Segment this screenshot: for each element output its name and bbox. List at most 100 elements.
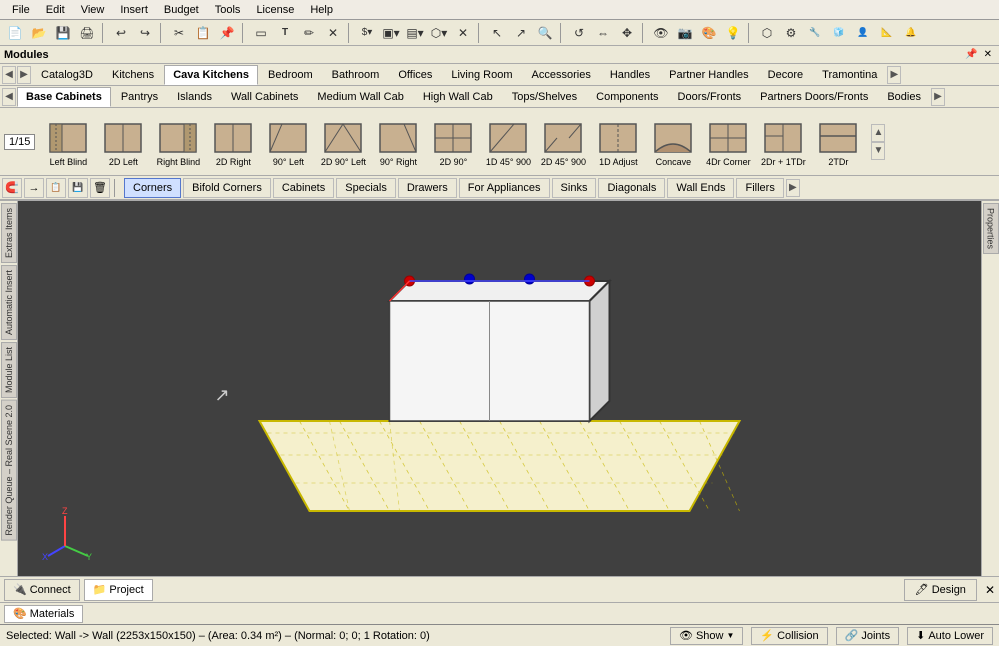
subcat-fillers[interactable]: Fillers: [736, 178, 783, 198]
tab-wall-cabinets[interactable]: Wall Cabinets: [222, 87, 307, 107]
cab-icon-2tdr[interactable]: 2TDr: [812, 114, 864, 170]
tab-partners-doors[interactable]: Partners Doors/Fronts: [751, 87, 877, 107]
menu-insert[interactable]: Insert: [112, 2, 156, 18]
tab-handles[interactable]: Handles: [601, 65, 659, 85]
sidebar-module-list[interactable]: Module List: [1, 342, 17, 398]
toolbar-3d[interactable]: ⬡: [756, 22, 778, 44]
toolbar-paste[interactable]: 📌: [216, 22, 238, 44]
sidebar-properties[interactable]: Properties: [983, 203, 999, 254]
toolbar-save[interactable]: 💾: [52, 22, 74, 44]
toolbar-cut[interactable]: ✂: [168, 22, 190, 44]
tab-row1-scroll-left[interactable]: ◀: [2, 66, 16, 84]
cab-icons-scroll-down[interactable]: ▼: [871, 142, 885, 160]
cab-icon-2d-90-left[interactable]: 2D 90° Left: [317, 114, 369, 170]
tool-magnet[interactable]: 🧲: [2, 178, 22, 198]
toolbar-new[interactable]: 📄: [4, 22, 26, 44]
sidebar-render-queue[interactable]: Render Queue – Real Scene 2.0: [1, 400, 17, 541]
toolbar-frame[interactable]: ▣▾: [380, 22, 402, 44]
subcat-diagonals[interactable]: Diagonals: [598, 178, 665, 198]
tab-cava-kitchens[interactable]: Cava Kitchens: [164, 65, 258, 85]
subcat-sinks[interactable]: Sinks: [552, 178, 597, 198]
menu-tools[interactable]: Tools: [207, 2, 249, 18]
tab-offices[interactable]: Offices: [389, 65, 441, 85]
tool-arrow-r[interactable]: →: [24, 178, 44, 198]
tab-partner-handles[interactable]: Partner Handles: [660, 65, 758, 85]
viewport-3d[interactable]: ↗ X Y Z: [18, 201, 981, 576]
toolbar-camera[interactable]: 📷: [674, 22, 696, 44]
tool-save2[interactable]: 💾: [68, 178, 88, 198]
tab-catalog3d[interactable]: Catalog3D: [32, 65, 102, 85]
toolbar-copy[interactable]: 📋: [192, 22, 214, 44]
tab-bodies[interactable]: Bodies: [878, 87, 930, 107]
menu-view[interactable]: View: [73, 2, 113, 18]
joints-button[interactable]: 🔗 Joints: [836, 627, 899, 645]
tab-kitchens[interactable]: Kitchens: [103, 65, 163, 85]
tab-row2-more[interactable]: ▶: [931, 88, 945, 106]
tab-accessories[interactable]: Accessories: [523, 65, 600, 85]
tool-trash[interactable]: 🗑: [90, 178, 110, 198]
toolbar-special[interactable]: ✕: [452, 22, 474, 44]
tab-medium-wall-cab[interactable]: Medium Wall Cab: [308, 87, 412, 107]
toolbar-eye[interactable]: 👁: [650, 22, 672, 44]
menu-budget[interactable]: Budget: [156, 2, 207, 18]
tab-tops-shelves[interactable]: Tops/Shelves: [503, 87, 586, 107]
toolbar-pencil[interactable]: ✏: [298, 22, 320, 44]
cab-icon-1d-45-900[interactable]: 1D 45° 900: [482, 114, 534, 170]
tab-doors-fronts[interactable]: Doors/Fronts: [669, 87, 751, 107]
cab-icon-2dr-1tdr[interactable]: 2Dr + 1TDr: [757, 114, 809, 170]
menu-file[interactable]: File: [4, 2, 38, 18]
cab-icon-2d-left[interactable]: 2D Left: [97, 114, 149, 170]
toolbar-draw-text[interactable]: T: [274, 22, 296, 44]
tab-tramontina[interactable]: Tramontina: [813, 65, 886, 85]
toolbar-b5[interactable]: 🔔: [900, 22, 922, 44]
subcat-specials[interactable]: Specials: [336, 178, 396, 198]
toolbar-light[interactable]: 💡: [722, 22, 744, 44]
collision-button[interactable]: ⚡ Collision: [751, 627, 827, 645]
close-bottom-panel[interactable]: ✕: [985, 583, 995, 597]
toolbar-pan[interactable]: ✥: [616, 22, 638, 44]
cab-icon-right-blind[interactable]: Right Blind: [152, 114, 204, 170]
tab-islands[interactable]: Islands: [168, 87, 221, 107]
subcat-corners[interactable]: Corners: [124, 178, 181, 198]
sidebar-extras-items[interactable]: Extras Items: [1, 203, 17, 263]
subcat-drawers[interactable]: Drawers: [398, 178, 457, 198]
cab-icon-left-blind[interactable]: Left Blind: [42, 114, 94, 170]
tab-bedroom[interactable]: Bedroom: [259, 65, 322, 85]
show-button[interactable]: 👁 Show ▼: [670, 627, 743, 645]
cab-icon-2d-45-900[interactable]: 2D 45° 900: [537, 114, 589, 170]
cab-icon-2d-right[interactable]: 2D Right: [207, 114, 259, 170]
toolbar-zoom-in[interactable]: 🔍: [534, 22, 556, 44]
toolbar-b1[interactable]: 🔧: [804, 22, 826, 44]
tab-high-wall-cab[interactable]: High Wall Cab: [414, 87, 502, 107]
toolbar-currency[interactable]: $▾: [356, 22, 378, 44]
subcat-cabinets[interactable]: Cabinets: [273, 178, 334, 198]
tab-decore[interactable]: Decore: [759, 65, 812, 85]
cab-icon-concave[interactable]: Concave: [647, 114, 699, 170]
cab-icon-1d-adjust[interactable]: 1D Adjust: [592, 114, 644, 170]
subcat-more[interactable]: ▶: [786, 179, 800, 197]
toolbar-print[interactable]: 🖨: [76, 22, 98, 44]
tab-row1-more[interactable]: ▶: [887, 66, 901, 84]
toolbar-undo[interactable]: ↩: [110, 22, 132, 44]
toolbar-pointer[interactable]: ↖: [486, 22, 508, 44]
tab-base-cabinets[interactable]: Base Cabinets: [17, 87, 111, 107]
toolbar-redo[interactable]: ↪: [134, 22, 156, 44]
subcat-wall-ends[interactable]: Wall Ends: [667, 178, 734, 198]
toolbar-object[interactable]: ⬡▾: [428, 22, 450, 44]
toolbar-arrow[interactable]: ↗: [510, 22, 532, 44]
tab-materials[interactable]: 🎨 Materials: [4, 605, 83, 623]
toolbar-open[interactable]: 📂: [28, 22, 50, 44]
menu-edit[interactable]: Edit: [38, 2, 73, 18]
menu-help[interactable]: Help: [302, 2, 341, 18]
menu-license[interactable]: License: [248, 2, 302, 18]
toolbar-render[interactable]: 🎨: [698, 22, 720, 44]
sidebar-automatic-insert[interactable]: Automatic Insert: [1, 265, 17, 340]
toolbar-mirror[interactable]: ⇔: [592, 22, 614, 44]
auto-lower-button[interactable]: ⬇ Auto Lower: [907, 627, 993, 645]
tab-row2-scroll-left[interactable]: ◀: [2, 88, 16, 106]
tab-pantrys[interactable]: Pantrys: [112, 87, 167, 107]
modules-close[interactable]: ✕: [981, 49, 995, 60]
design-button[interactable]: 🖊 Design: [904, 579, 977, 601]
cab-icons-scroll-up[interactable]: ▲: [871, 124, 885, 142]
toolbar-settings[interactable]: ⚙: [780, 22, 802, 44]
